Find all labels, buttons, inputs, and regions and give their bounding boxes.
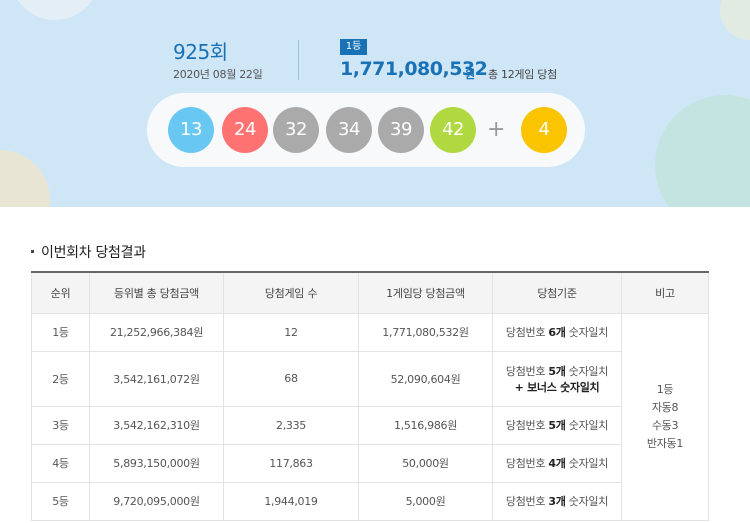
section-title: 이번회차 당첨결과 (31, 242, 146, 262)
cell-criteria: 당첨번호 5개 숫자일치 + 보너스 숫자일치 (492, 350, 622, 407)
decorative-circle (655, 95, 750, 207)
cell-criteria: 당첨번호 6개 숫자일치 (492, 312, 622, 352)
criteria-bonus-line: + 보너스 숫자일치 (514, 380, 600, 394)
header-criteria: 당첨기준 (492, 271, 622, 314)
winning-number-ball: 39 (378, 107, 424, 153)
criteria-prefix: 당첨번호 (505, 495, 549, 508)
cell-winning-games: 2,335 (223, 405, 359, 445)
criteria-prefix: 당첨번호 (505, 457, 549, 470)
criteria-suffix: 숫자일치 (565, 419, 609, 432)
cell-criteria: 당첨번호 4개 숫자일치 (492, 443, 622, 483)
cell-rank: 3등 (31, 405, 90, 445)
first-rank-badge: 1등 (340, 39, 367, 55)
cell-prize-per-game: 5,000원 (358, 481, 493, 521)
first-prize-unit: 원 (465, 68, 476, 81)
table-header-row: 순위 등위별 총 당첨금액 당첨게임 수 1게임당 당첨금액 당첨기준 비고 (31, 271, 709, 314)
cell-total-prize: 5,893,150,000원 (89, 443, 224, 483)
note-line: 자동8 (651, 400, 679, 414)
table-row: 3등 3,542,162,310원 2,335 1,516,986원 당첨번호 … (31, 405, 709, 445)
cell-prize-per-game: 50,000원 (358, 443, 493, 483)
criteria-prefix: 당첨번호 (505, 326, 549, 339)
cell-rank: 5등 (31, 481, 90, 521)
header-total-prize: 등위별 총 당첨금액 (89, 271, 224, 314)
winning-number-ball: 32 (273, 107, 319, 153)
table-row: 4등 5,893,150,000원 117,863 50,000원 당첨번호 4… (31, 443, 709, 483)
cell-rank: 4등 (31, 443, 90, 483)
cell-prize-per-game: 1,516,986원 (358, 405, 493, 445)
table-row: 2등 3,542,161,072원 68 52,090,604원 당첨번호 5개… (31, 350, 709, 407)
cell-winning-games: 1,944,019 (223, 481, 359, 521)
draw-result-banner: 925회 2020년 08월 22일 1등 1,771,080,532 원 총 … (0, 0, 750, 207)
winning-number-ball: 13 (168, 107, 214, 153)
cell-winning-games: 117,863 (223, 443, 359, 483)
cell-criteria: 당첨번호 3개 숫자일치 (492, 481, 622, 521)
bullet-icon (31, 249, 34, 253)
criteria-count: 5개 (548, 364, 566, 378)
divider (298, 40, 299, 80)
cell-total-prize: 3,542,161,072원 (89, 350, 224, 407)
criteria-count: 3개 (548, 495, 566, 508)
criteria-count: 4개 (548, 457, 566, 470)
criteria-prefix: 당첨번호 (505, 364, 549, 378)
draw-round-number: 925 (173, 40, 210, 64)
cell-total-prize: 3,542,162,310원 (89, 405, 224, 445)
note-line: 수동3 (651, 418, 679, 432)
cell-criteria: 당첨번호 5개 숫자일치 (492, 405, 622, 445)
criteria-suffix: 숫자일치 (565, 364, 609, 378)
cell-winning-games: 68 (223, 350, 359, 407)
header-winning-games: 당첨게임 수 (223, 271, 359, 314)
cell-rank: 1등 (31, 312, 90, 352)
table-row: 5등 9,720,095,000원 1,944,019 5,000원 당첨번호 … (31, 481, 709, 521)
decorative-circle (10, 0, 100, 20)
draw-date: 2020년 08월 22일 (173, 68, 263, 81)
cell-total-prize: 21,252,966,384원 (89, 312, 224, 352)
header-prize-per-game: 1게임당 당첨금액 (358, 271, 493, 314)
winning-number-ball: 42 (430, 107, 476, 153)
criteria-suffix: 숫자일치 (565, 326, 609, 339)
cell-rank: 2등 (31, 350, 90, 407)
criteria-count: 6개 (548, 326, 566, 339)
criteria-count: 5개 (548, 419, 566, 432)
table-row: 1등 21,252,966,384원 12 1,771,080,532원 당첨번… (31, 312, 709, 521)
cell-note: 1등 자동8 수동3 반자동1 (621, 312, 709, 521)
cell-winning-games: 12 (223, 312, 359, 352)
note-line: 반자동1 (646, 436, 684, 450)
cell-total-prize: 9,720,095,000원 (89, 481, 224, 521)
header-rank: 순위 (31, 271, 90, 314)
header-note: 비고 (621, 271, 709, 314)
bonus-number-ball: 4 (521, 107, 567, 153)
criteria-suffix: 숫자일치 (565, 495, 609, 508)
draw-round: 925회 (173, 36, 228, 65)
winning-number-ball: 24 (222, 107, 268, 153)
prize-result-table: 순위 등위별 총 당첨금액 당첨게임 수 1게임당 당첨금액 당첨기준 비고 1… (31, 271, 709, 521)
draw-round-suffix: 회 (209, 40, 228, 64)
plus-icon: + (487, 117, 506, 142)
decorative-circle (0, 150, 50, 207)
cell-prize-per-game: 52,090,604원 (358, 350, 493, 407)
decorative-circle (720, 0, 750, 40)
criteria-prefix: 당첨번호 (505, 419, 549, 432)
cell-prize-per-game: 1,771,080,532원 (358, 312, 493, 352)
note-line: 1등 (656, 382, 674, 396)
winning-number-ball: 34 (326, 107, 372, 153)
criteria-suffix: 숫자일치 (565, 457, 609, 470)
section-title-text: 이번회차 당첨결과 (41, 245, 146, 261)
first-prize-winner-count: 총 12게임 당첨 (488, 68, 557, 81)
